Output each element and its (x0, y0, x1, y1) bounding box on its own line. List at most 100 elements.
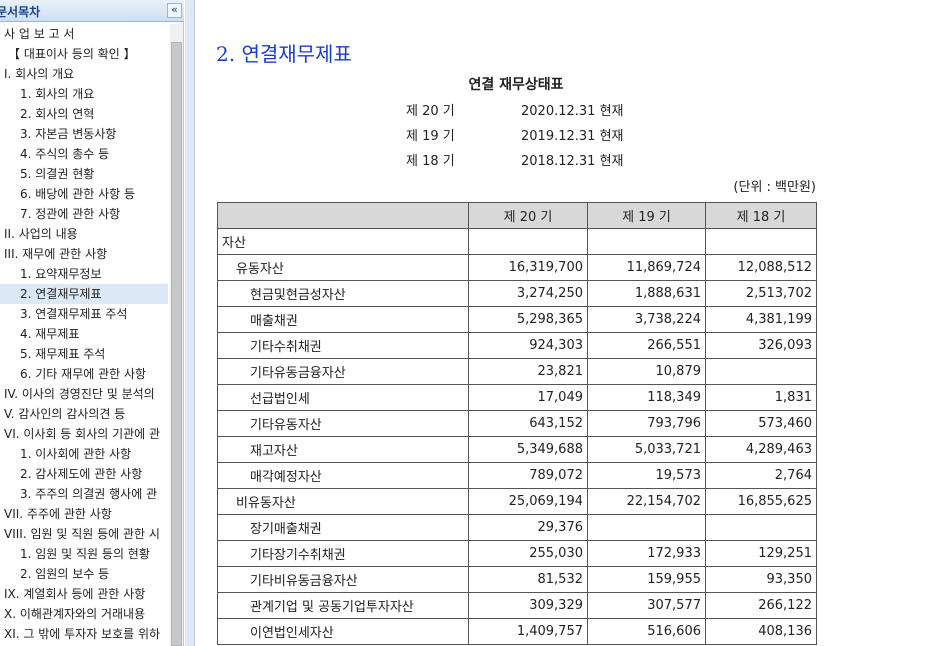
amount-cell: 789,072 (468, 462, 588, 489)
toc-item[interactable]: 5. 의결권 현황 (0, 164, 168, 184)
amount-cell: 118,349 (587, 384, 706, 411)
amount-cell (468, 228, 588, 255)
toc-item[interactable]: 2. 연결재무제표 (0, 284, 168, 304)
amount-cell: 266,551 (587, 332, 706, 359)
account-name-cell: 이연법인세자산 (217, 618, 469, 645)
account-name-cell: 선급법인세 (217, 384, 469, 411)
amount-cell: 793,796 (587, 410, 706, 437)
amount-cell: 573,460 (705, 410, 817, 437)
amount-cell: 3,738,224 (587, 306, 706, 333)
amount-cell: 516,606 (587, 618, 706, 645)
sidebar-header: 문서목차 « (0, 0, 184, 22)
unit-label: (단위 : 백만원) (733, 180, 816, 195)
sidebar-title: 문서목차 (0, 5, 41, 19)
toc-item[interactable]: VIII. 임원 및 직원 등에 관한 시 (0, 524, 168, 544)
amount-cell: 3,274,250 (468, 280, 588, 307)
account-name-cell: 기타장기수취채권 (217, 540, 469, 567)
toc-item[interactable]: 4. 재무제표 (0, 324, 168, 344)
toc-list: 사 업 보 고 서 【 대표이사 등의 확인 】 I. 회사의 개요 1. 회사의 개… (0, 24, 168, 646)
toc-item[interactable]: IX. 계열회사 등에 관한 사항 (0, 584, 168, 604)
toc-item[interactable]: XI. 그 밖에 투자자 보호를 위하 (0, 624, 168, 644)
table-row: 이연법인세자산 1,409,757 516,606 408,136 (217, 618, 817, 645)
account-name-cell: 기타유동자산 (217, 410, 469, 437)
toc-item[interactable]: 3. 주주의 의결권 행사에 관 (0, 484, 168, 504)
section-title: 2. 연결재무제표 (216, 42, 352, 66)
account-name-cell: 현금및현금성자산 (217, 280, 469, 307)
toc-item[interactable]: 4. 주식의 총수 등 (0, 144, 168, 164)
account-name-cell: 기타비유동금융자산 (217, 566, 469, 593)
amount-cell: 17,049 (468, 384, 588, 411)
account-name-cell: 자산 (217, 228, 469, 255)
amount-cell: 93,350 (705, 566, 817, 593)
period-label: 제 18 기 (406, 154, 455, 169)
amount-cell (587, 514, 706, 541)
amount-cell: 1,409,757 (468, 618, 588, 645)
toc-item[interactable]: 5. 재무제표 주석 (0, 344, 168, 364)
amount-cell: 4,289,463 (705, 436, 817, 463)
toc-item[interactable]: X. 이해관계자와의 거래내용 (0, 604, 168, 624)
toc-item[interactable]: 사 업 보 고 서 (0, 24, 168, 44)
table-row: 기타비유동금융자산 81,532 159,955 93,350 (217, 566, 817, 593)
account-name-cell: 매출채권 (217, 306, 469, 333)
toc-scrollbar[interactable] (170, 24, 183, 646)
table-row: 기타유동자산 643,152 793,796 573,460 (217, 410, 817, 437)
period-date: 2020.12.31 현재 (521, 104, 624, 119)
collapse-sidebar-button[interactable]: « (167, 3, 182, 18)
header-cell: 제 20 기 (468, 202, 588, 229)
amount-cell: 16,319,700 (468, 254, 588, 281)
toc-item[interactable]: III. 재무에 관한 사항 (0, 244, 168, 264)
toc-item[interactable]: IV. 이사의 경영진단 및 분석의 (0, 384, 168, 404)
toc-item[interactable]: 6. 기타 재무에 관한 사항 (0, 364, 168, 384)
toc-item[interactable]: 3. 연결재무제표 주석 (0, 304, 168, 324)
table-row: 비유동자산 25,069,194 22,154,702 16,855,625 (217, 488, 817, 515)
amount-cell: 2,513,702 (705, 280, 817, 307)
toc-sidebar: 문서목차 « 사 업 보 고 서 【 대표이사 등의 확인 】 I. 회사의 개요 1… (0, 0, 184, 646)
amount-cell: 408,136 (705, 618, 817, 645)
toc-item[interactable]: 7. 정관에 관한 사항 (0, 204, 168, 224)
period-date: 2019.12.31 현재 (521, 129, 624, 144)
toc-item[interactable]: 1. 회사의 개요 (0, 84, 168, 104)
period-date: 2018.12.31 현재 (521, 154, 624, 169)
table-row: 유동자산 16,319,700 11,869,724 12,088,512 (217, 254, 817, 281)
toc-item[interactable]: 2. 감사제도에 관한 사항 (0, 464, 168, 484)
balance-sheet-table: 제 20 기 제 19 기 제 18 기 자산 유동자산 16,319,700 11,… (217, 202, 817, 645)
amount-cell: 1,888,631 (587, 280, 706, 307)
amount-cell: 2,764 (705, 462, 817, 489)
splitter[interactable] (185, 0, 195, 646)
table-row: 선급법인세 17,049 118,349 1,831 (217, 384, 817, 411)
amount-cell: 12,088,512 (705, 254, 817, 281)
toc-item[interactable]: 1. 이사회에 관한 사항 (0, 444, 168, 464)
table-row: 매출채권 5,298,365 3,738,224 4,381,199 (217, 306, 817, 333)
table-row: 재고자산 5,349,688 5,033,721 4,289,463 (217, 436, 817, 463)
amount-cell (587, 228, 706, 255)
account-name-cell: 매각예정자산 (217, 462, 469, 489)
toc-item[interactable]: VI. 이사회 등 회사의 기관에 관 (0, 424, 168, 444)
toc-item[interactable]: VII. 주주에 관한 사항 (0, 504, 168, 524)
amount-cell: 266,122 (705, 592, 817, 619)
toc-item[interactable]: I. 회사의 개요 (0, 64, 168, 84)
amount-cell (705, 514, 817, 541)
toc-item[interactable]: 1. 임원 및 직원 등의 현황 (0, 544, 168, 564)
toc-item[interactable]: V. 감사인의 감사의견 등 (0, 404, 168, 424)
toc-item[interactable]: 1. 요약재무정보 (0, 264, 168, 284)
table-row: 기타유동금융자산 23,821 10,879 (217, 358, 817, 385)
scrollbar-thumb[interactable] (171, 42, 182, 646)
table-row: 자산 (217, 228, 817, 255)
table-row: 관계기업 및 공동기업투자자산 309,329 307,577 266,122 (217, 592, 817, 619)
header-cell: 제 18 기 (705, 202, 817, 229)
period-label: 제 19 기 (406, 129, 455, 144)
report-title: 연결 재무상태표 (468, 77, 564, 93)
period-row: 제 19 기 2019.12.31 현재 (406, 125, 624, 144)
account-name-cell: 기타수취채권 (217, 332, 469, 359)
toc-item[interactable]: 3. 자본금 변동사항 (0, 124, 168, 144)
amount-cell: 307,577 (587, 592, 706, 619)
table-row: 장기매출채권 29,376 (217, 514, 817, 541)
header-cell: 제 19 기 (587, 202, 706, 229)
amount-cell (705, 358, 817, 385)
amount-cell: 255,030 (468, 540, 588, 567)
toc-item[interactable]: 6. 배당에 관한 사항 등 (0, 184, 168, 204)
toc-item[interactable]: 2. 임원의 보수 등 (0, 564, 168, 584)
toc-item[interactable]: II. 사업의 내용 (0, 224, 168, 244)
toc-item[interactable]: 【 대표이사 등의 확인 】 (0, 44, 168, 64)
toc-item[interactable]: 2. 회사의 연혁 (0, 104, 168, 124)
